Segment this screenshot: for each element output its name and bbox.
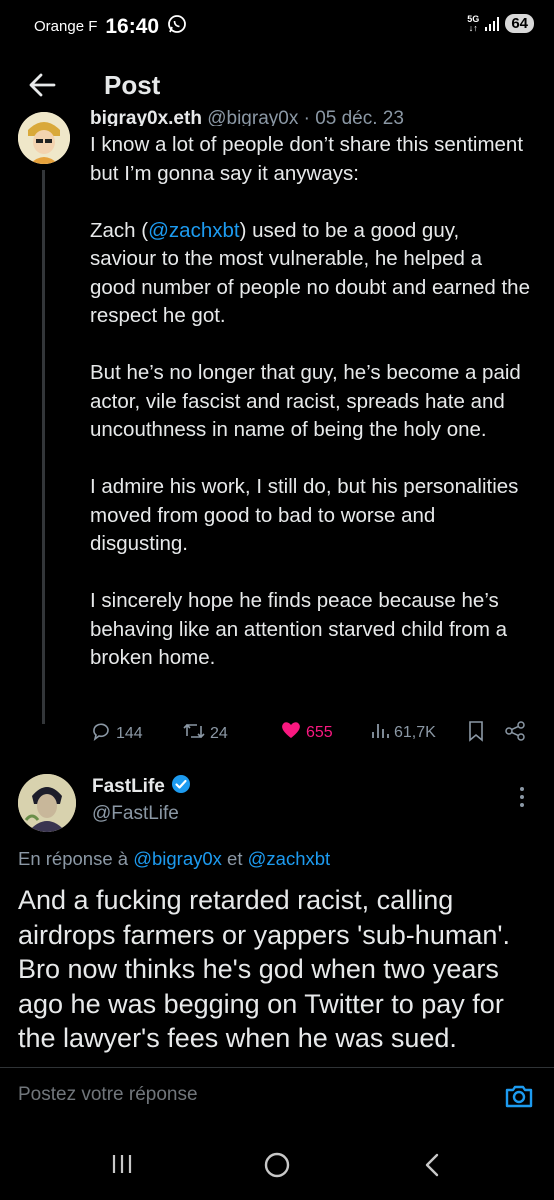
text-fragment: Zach ( [90, 218, 149, 242]
avatar[interactable] [18, 112, 70, 164]
author-name[interactable]: FastLife [92, 776, 165, 798]
status-bar: Orange F 16:40 5G ↓↑ 64 [0, 0, 554, 52]
bookmark-icon[interactable] [466, 720, 486, 742]
tweet-action-bar: 144 24 655 61,7K [90, 718, 540, 744]
mention-link[interactable]: @bigray0x [133, 848, 222, 869]
parent-tweet-text: I know a lot of people don’t share this … [90, 131, 530, 701]
avatar[interactable] [18, 774, 76, 832]
system-nav-bar [0, 1130, 554, 1200]
repost-icon [182, 720, 206, 747]
carrier-label: Orange F [34, 18, 98, 35]
paragraph: Zach (@zachxbt) used to be a good guy, s… [90, 217, 530, 331]
like-button[interactable]: 655 [280, 720, 333, 745]
view-count: 61,7K [394, 723, 436, 741]
divider [0, 1067, 554, 1068]
reply-input[interactable]: Postez votre réponse [18, 1084, 198, 1106]
repost-count: 24 [210, 724, 228, 742]
thread-connector [42, 170, 45, 724]
home-icon[interactable] [264, 1152, 290, 1183]
signal-icon [485, 16, 500, 31]
back-arrow-icon[interactable] [26, 69, 58, 101]
reply-tweet-text: And a fucking retarded racist, calling a… [18, 885, 511, 1053]
reply-icon [90, 720, 112, 747]
mention-link[interactable]: @zachxbt [148, 219, 239, 242]
more-icon[interactable] [518, 786, 526, 808]
back-nav-icon[interactable] [422, 1152, 442, 1183]
reply-button[interactable]: 144 [90, 720, 143, 747]
reply-author[interactable]: FastLife [92, 774, 191, 800]
page-title: Post [104, 70, 161, 100]
parent-handle-date[interactable]: @bigray0x · 05 déc. 23 [207, 108, 404, 126]
repost-button[interactable]: 24 [182, 720, 228, 747]
views-icon [370, 720, 390, 745]
whatsapp-icon [167, 14, 187, 39]
share-icon[interactable] [504, 720, 526, 742]
paragraph: I sincerely hope he finds peace because … [90, 589, 508, 669]
like-count: 655 [306, 723, 333, 741]
reply-joiner: et [221, 848, 248, 869]
reply-count: 144 [116, 724, 143, 742]
verified-badge-icon [171, 774, 191, 800]
parent-tweet-meta: bigray0x.eth @bigray0x · 05 déc. 23 [90, 108, 404, 126]
reply-prefix: En réponse à [18, 848, 134, 869]
paragraph: I admire his work, I still do, but his p… [90, 475, 519, 555]
recent-apps-icon[interactable] [110, 1152, 134, 1181]
network-type: 5G ↓↑ [467, 13, 480, 33]
paragraph: But he’s no longer that guy, he’s become… [90, 361, 521, 441]
reply-context: En réponse à @bigray0x et @zachxbt [18, 848, 330, 870]
paragraph: I know a lot of people don’t share this … [90, 133, 524, 185]
mention-link[interactable]: @zachxbt [248, 848, 331, 869]
views-button[interactable]: 61,7K [370, 720, 436, 745]
parent-author-name[interactable]: bigray0x.eth [90, 108, 202, 126]
heart-icon [280, 720, 302, 745]
clock: 16:40 [105, 14, 160, 38]
camera-icon[interactable] [503, 1080, 535, 1112]
battery-indicator: 64 [505, 14, 534, 33]
author-handle[interactable]: @FastLife [92, 803, 179, 825]
